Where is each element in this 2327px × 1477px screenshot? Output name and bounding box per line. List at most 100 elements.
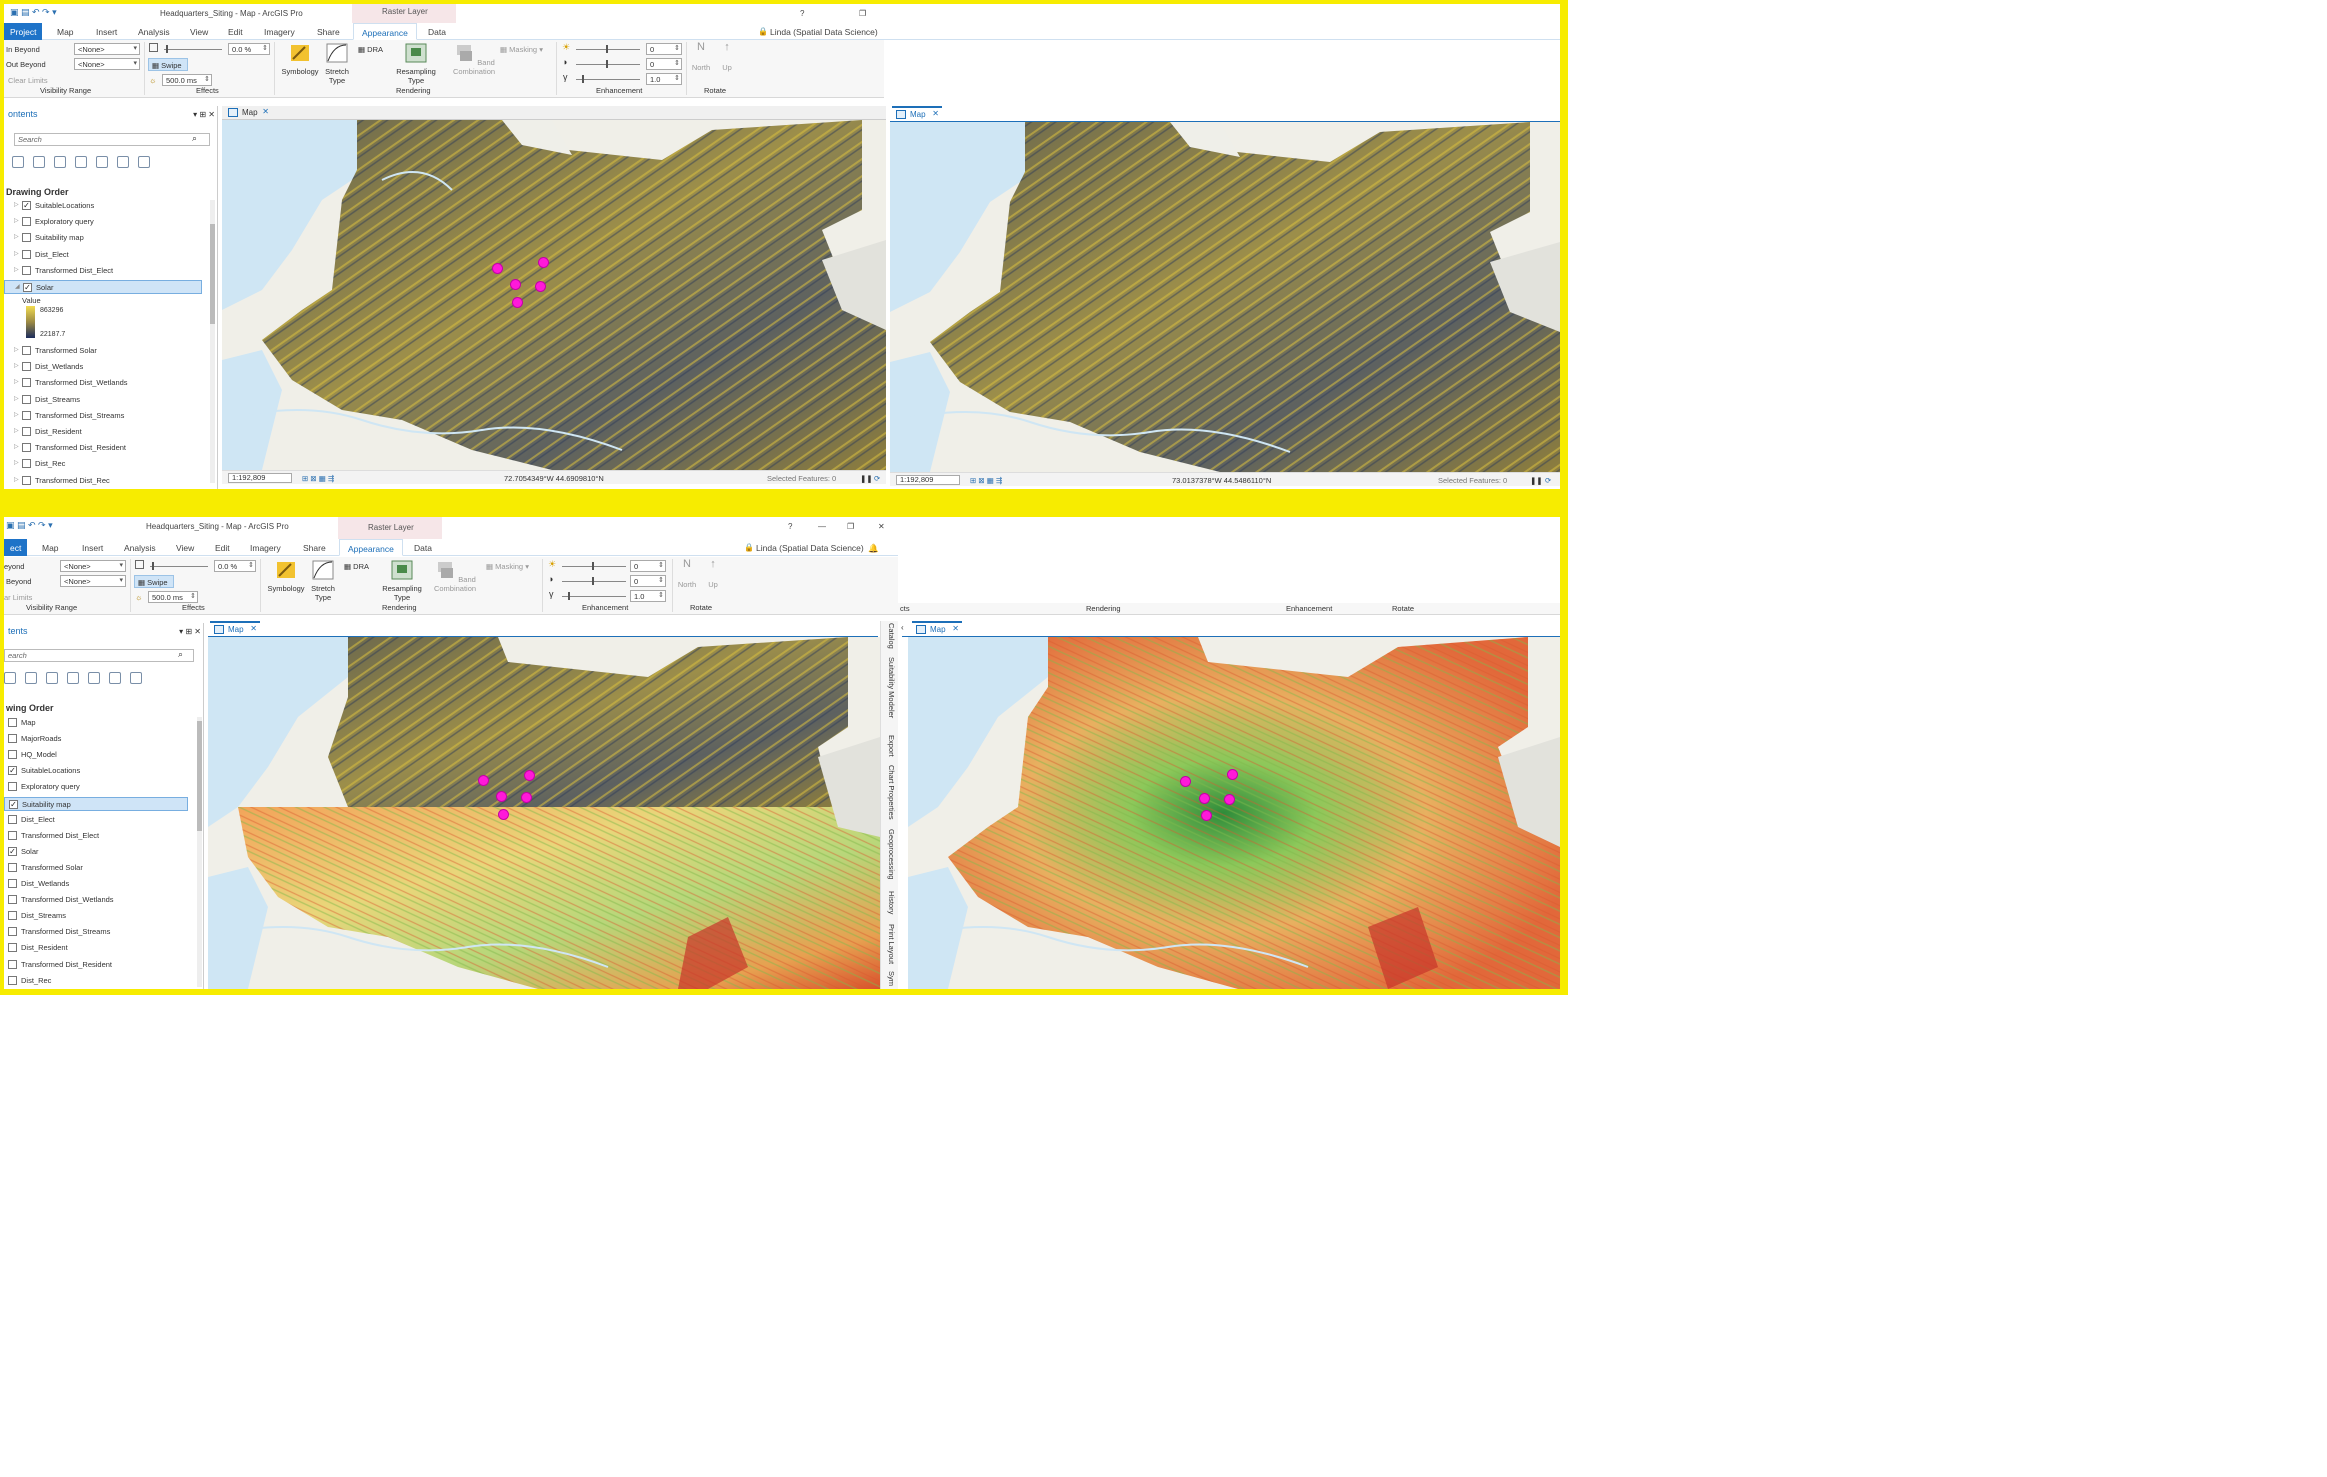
stretch-type-button[interactable]: Stretch Type	[322, 43, 352, 85]
map-view-left[interactable]	[208, 637, 880, 989]
dra-button[interactable]: ▦ DRA	[358, 45, 383, 54]
expand-arrow-icon[interactable]: ▷	[14, 233, 19, 240]
in-beyond-dropdown[interactable]: <None>	[74, 43, 140, 55]
refresh-icon[interactable]: ⟳	[1545, 476, 1551, 485]
expand-arrow-icon[interactable]: ▷	[14, 217, 19, 224]
layer-row[interactable]: Dist_Streams	[4, 909, 188, 923]
layer-row[interactable]: Transformed Solar	[4, 861, 188, 875]
suitable-location-marker[interactable]	[1200, 794, 1209, 803]
tab-analysis[interactable]: Analysis	[138, 27, 170, 37]
symbology-button[interactable]: Symbology	[278, 43, 322, 76]
layer-row[interactable]: Dist_Elect	[4, 813, 188, 827]
stretch-type-button[interactable]: Stretch Type	[308, 560, 338, 602]
suitable-location-marker[interactable]	[497, 792, 506, 801]
contrast-slider[interactable]	[562, 577, 626, 585]
map-view-right[interactable]	[908, 637, 1560, 989]
clear-limits-button[interactable]: ar Limits	[4, 593, 32, 602]
in-beyond-dropdown[interactable]: <None>	[60, 560, 126, 572]
transparency-slider[interactable]	[164, 45, 222, 53]
expand-arrow-icon[interactable]: ▷	[14, 362, 19, 369]
layer-visibility-checkbox[interactable]	[22, 346, 31, 355]
layer-visibility-checkbox[interactable]	[22, 443, 31, 453]
gamma-slider[interactable]	[576, 75, 640, 83]
layer-row[interactable]: ▷ Dist_Rec	[4, 457, 202, 471]
layer-visibility-checkbox[interactable]	[22, 378, 31, 388]
gamma-input[interactable]: 1.0	[646, 73, 682, 85]
layer-row[interactable]: Transformed Dist_Elect	[4, 829, 188, 843]
map-tab-right[interactable]: Map ✕	[912, 621, 962, 635]
layer-row[interactable]: ▷ Dist_Streams	[4, 393, 202, 407]
restore-icon[interactable]: ❐	[859, 9, 866, 18]
layer-visibility-checkbox[interactable]	[22, 233, 31, 243]
pane-controls-icon[interactable]: ▾ ⊞ ✕	[179, 627, 201, 636]
layer-visibility-checkbox[interactable]	[8, 975, 17, 985]
expand-arrow-icon[interactable]: ▷	[14, 201, 19, 208]
side-panel-suitability-modeler[interactable]: Suitability Modeler	[884, 657, 896, 718]
tab-analysis[interactable]: Analysis	[124, 543, 156, 553]
expand-arrow-icon[interactable]: ▷	[14, 476, 19, 483]
contents-toolbar[interactable]	[12, 156, 159, 174]
quick-access-icons[interactable]: ▣ ▤ ↶ ↷ ▾	[6, 520, 106, 532]
tab-insert[interactable]: Insert	[82, 543, 103, 553]
tab-data[interactable]: Data	[414, 543, 432, 553]
layer-row[interactable]: ▷ Transformed Solar	[4, 344, 202, 358]
up-button[interactable]: ↑ Up	[702, 559, 724, 590]
layer-row[interactable]: ◢ ✓ Solar	[4, 280, 202, 294]
expand-arrow-icon[interactable]: ◢	[15, 283, 20, 290]
layer-visibility-checkbox[interactable]	[22, 394, 31, 404]
brightness-slider[interactable]	[576, 45, 640, 53]
swipe-button[interactable]: ▦ Swipe	[148, 58, 188, 71]
expand-arrow-icon[interactable]: ▷	[14, 459, 19, 466]
scale-dropdown[interactable]: 1:192,809	[228, 473, 292, 483]
suitable-location-marker[interactable]	[536, 282, 545, 291]
tab-share[interactable]: Share	[317, 27, 340, 37]
layer-visibility-checkbox[interactable]: ✓	[23, 283, 32, 292]
tab-project[interactable]: Project	[4, 23, 43, 40]
layer-visibility-checkbox[interactable]: ✓	[9, 799, 18, 809]
layer-row[interactable]: ▷ Dist_Elect	[4, 248, 202, 262]
close-icon[interactable]: ✕	[932, 109, 939, 118]
clear-limits-button[interactable]: Clear Limits	[8, 76, 48, 85]
pane-controls-icon[interactable]: ▾ ⊞ ✕	[193, 110, 215, 119]
side-panel-symbology[interactable]: Sym	[884, 971, 896, 986]
layer-row[interactable]: Transformed Dist_Resident	[4, 958, 188, 972]
tab-view[interactable]: View	[190, 27, 208, 37]
suitable-location-marker[interactable]	[1228, 770, 1237, 779]
close-icon[interactable]: ✕	[952, 624, 959, 633]
layer-visibility-checkbox[interactable]	[8, 718, 17, 727]
flicker-rate-input[interactable]: 500.0 ms	[162, 74, 212, 86]
layer-row[interactable]: ▷ Transformed Dist_Resident	[4, 441, 202, 455]
band-combination-button[interactable]: Band Combination	[430, 560, 480, 593]
layer-visibility-checkbox[interactable]	[8, 750, 17, 760]
layer-row[interactable]: Dist_Rec	[4, 974, 188, 988]
suitable-location-marker[interactable]	[525, 771, 534, 780]
map-tab-right[interactable]: Map ✕	[892, 106, 942, 120]
up-button[interactable]: ↑ Up	[716, 42, 738, 73]
user-account[interactable]: Linda (Spatial Data Science)	[756, 543, 864, 553]
map-view-right[interactable]	[890, 122, 1560, 472]
suitable-location-marker[interactable]	[1181, 777, 1190, 786]
navigation-icons[interactable]: ⊞ ⊠ ▦ ⇶	[302, 474, 334, 483]
contrast-input[interactable]: 0	[646, 58, 682, 70]
contents-search-input[interactable]: Search	[14, 133, 210, 146]
close-icon[interactable]: ✕	[262, 107, 269, 116]
layer-row[interactable]: Transformed Dist_Wetlands	[4, 893, 188, 907]
flicker-rate-input[interactable]: 500.0 ms	[148, 591, 198, 603]
suitable-location-marker[interactable]	[511, 280, 520, 289]
layer-row[interactable]: Map	[4, 716, 188, 730]
layer-visibility-checkbox[interactable]	[8, 911, 17, 921]
resampling-type-button[interactable]: Resampling Type	[380, 560, 424, 602]
layer-row[interactable]: Exploratory query	[4, 780, 188, 794]
masking-button[interactable]: ▦ Masking ▾	[500, 45, 543, 54]
help-icon[interactable]: ?	[788, 522, 792, 531]
layer-visibility-checkbox[interactable]	[22, 249, 31, 259]
suitable-location-marker[interactable]	[493, 264, 502, 273]
contrast-input[interactable]: 0	[630, 575, 666, 587]
quick-access-icons[interactable]: ▣ ▤ ↶ ↷ ▾	[10, 7, 110, 19]
layer-row[interactable]: ✓ Suitability map	[4, 796, 188, 811]
brightness-slider[interactable]	[562, 562, 626, 570]
tab-edit[interactable]: Edit	[215, 543, 230, 553]
layer-row[interactable]: ▷ Transformed Dist_Elect	[4, 264, 202, 278]
layer-visibility-checkbox[interactable]	[22, 459, 31, 469]
gamma-input[interactable]: 1.0	[630, 590, 666, 602]
